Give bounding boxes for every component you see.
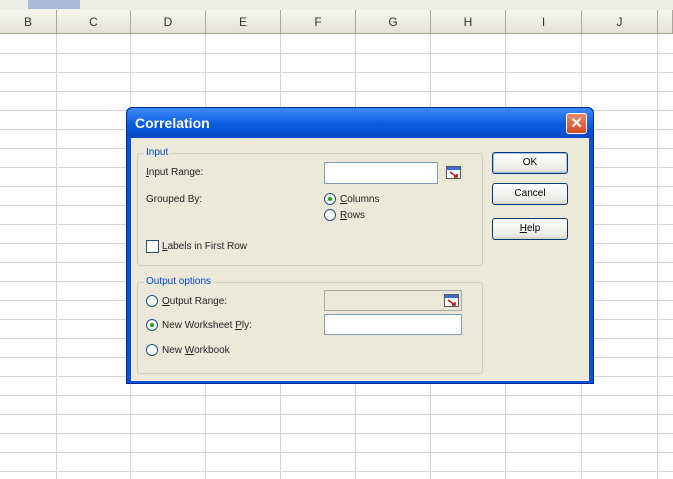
new-worksheet-ply-field[interactable]	[324, 314, 462, 335]
label-text: utput Range:	[169, 296, 228, 307]
input-range-field[interactable]	[324, 162, 438, 184]
input-range-label: Input Range:	[146, 167, 203, 178]
help-button[interactable]: Help	[492, 218, 568, 240]
output-options-group: Output options Output Range: New Workshe…	[137, 276, 483, 374]
output-range-radio[interactable]	[146, 295, 158, 307]
columns-radio-label[interactable]: Columns	[340, 194, 379, 205]
gridline	[56, 34, 57, 479]
collapse-dialog-icon	[444, 294, 459, 307]
column-header-f[interactable]: F	[281, 10, 356, 34]
column-header-k[interactable]	[658, 10, 673, 34]
new-worksheet-ply-label[interactable]: New Worksheet Ply:	[162, 320, 252, 331]
label-text: ly:	[241, 320, 252, 331]
column-header-g[interactable]: G	[356, 10, 431, 34]
new-worksheet-ply-radio[interactable]	[146, 319, 158, 331]
label-text: nput Range:	[148, 167, 204, 178]
gridline	[657, 34, 658, 479]
output-options-legend: Output options	[144, 276, 214, 287]
hotkey-letter: P	[235, 320, 242, 331]
column-header-e[interactable]: E	[206, 10, 281, 34]
output-range-label[interactable]: Output Range:	[162, 296, 227, 307]
column-header-j[interactable]: J	[582, 10, 658, 34]
dialog-title: Correlation	[135, 115, 210, 131]
label-text: New	[162, 345, 185, 356]
hotkey-letter: H	[519, 223, 527, 234]
hotkey-letter: W	[184, 345, 195, 356]
label-text: olumns	[347, 194, 380, 205]
cancel-button[interactable]: Cancel	[492, 183, 568, 205]
gridline	[0, 414, 673, 415]
gridline	[0, 471, 673, 472]
column-header-c[interactable]: C	[57, 10, 131, 34]
label-text: ows	[347, 210, 366, 221]
label-text: New Worksheet	[162, 320, 236, 331]
collapse-dialog-icon	[446, 166, 461, 179]
close-icon: ✕	[570, 115, 583, 132]
gridline	[0, 53, 673, 54]
close-button[interactable]: ✕	[566, 113, 587, 134]
label-text: orkbook	[194, 345, 230, 356]
gridline	[0, 72, 673, 73]
rows-radio-label[interactable]: Rows	[340, 210, 365, 221]
grouped-by-label: Grouped By:	[146, 194, 203, 205]
column-header-d[interactable]: D	[131, 10, 206, 34]
columns-radio[interactable]	[324, 193, 336, 205]
label-text: abels in First Row	[167, 241, 248, 252]
dialog-client-area: Input Input Range: Grouped By: Columns R…	[131, 138, 589, 381]
output-range-picker-button[interactable]	[442, 292, 461, 309]
new-workbook-label[interactable]: New Workbook	[162, 345, 230, 356]
radio-selected-dot	[328, 197, 332, 201]
gridline	[0, 433, 673, 434]
gridline	[0, 91, 673, 92]
input-group: Input Input Range: Grouped By: Columns R…	[137, 147, 483, 266]
dialog-titlebar[interactable]: Correlation ✕	[127, 108, 593, 138]
selected-tab-strip	[28, 0, 80, 9]
hotkey-letter: O	[162, 296, 170, 307]
input-group-legend: Input	[144, 147, 171, 158]
radio-selected-dot	[150, 323, 154, 327]
ok-button[interactable]: OK	[492, 152, 568, 174]
rows-radio[interactable]	[324, 209, 336, 221]
column-header-i[interactable]: I	[506, 10, 582, 34]
label-text: elp	[526, 223, 541, 234]
column-header-h[interactable]: H	[431, 10, 506, 34]
input-range-picker-button[interactable]	[444, 164, 463, 181]
correlation-dialog: Correlation ✕ Input Input Range: Grouped…	[126, 107, 594, 384]
labels-in-first-row-checkbox[interactable]	[146, 240, 159, 253]
gridline	[0, 395, 673, 396]
column-header-b[interactable]: B	[0, 10, 57, 34]
new-workbook-radio[interactable]	[146, 344, 158, 356]
gridline	[0, 452, 673, 453]
labels-in-first-row-label[interactable]: Labels in First Row	[162, 241, 247, 252]
